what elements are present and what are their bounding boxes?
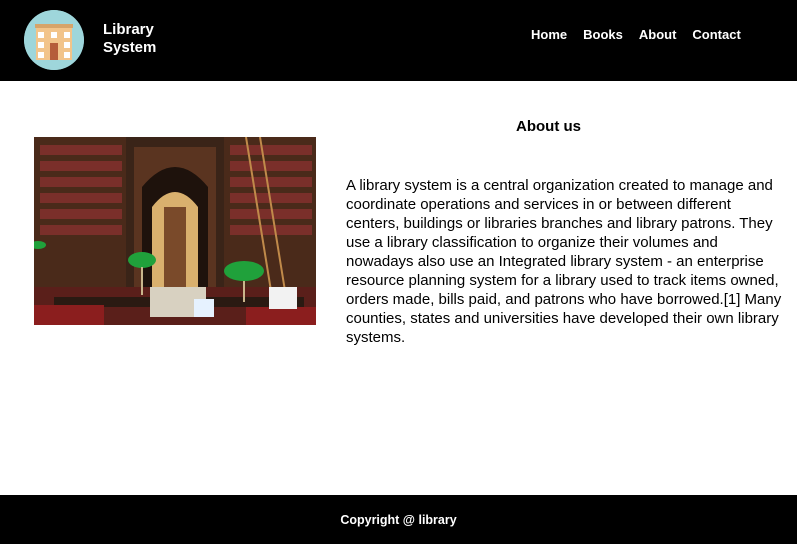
brand-line2: System — [103, 39, 157, 56]
about-title: About us — [516, 118, 581, 135]
footer-copyright: Copyright @ library — [340, 513, 457, 527]
nav-about[interactable]: About — [639, 27, 677, 42]
brand-line1: Library — [103, 21, 154, 38]
footer: Copyright @ library — [0, 495, 797, 544]
top-navbar: Library System Home Books About Contact — [0, 0, 797, 81]
library-photo — [34, 137, 316, 325]
nav-links: Home Books About Contact — [531, 27, 741, 42]
nav-home[interactable]: Home — [531, 27, 567, 42]
nav-contact[interactable]: Contact — [692, 27, 740, 42]
library-image — [34, 137, 316, 325]
logo[interactable] — [24, 10, 84, 70]
nav-books[interactable]: Books — [583, 27, 623, 42]
library-building-icon — [24, 10, 84, 70]
about-paragraph: A library system is a central organizati… — [346, 177, 782, 346]
brand[interactable]: Library System — [103, 21, 156, 57]
